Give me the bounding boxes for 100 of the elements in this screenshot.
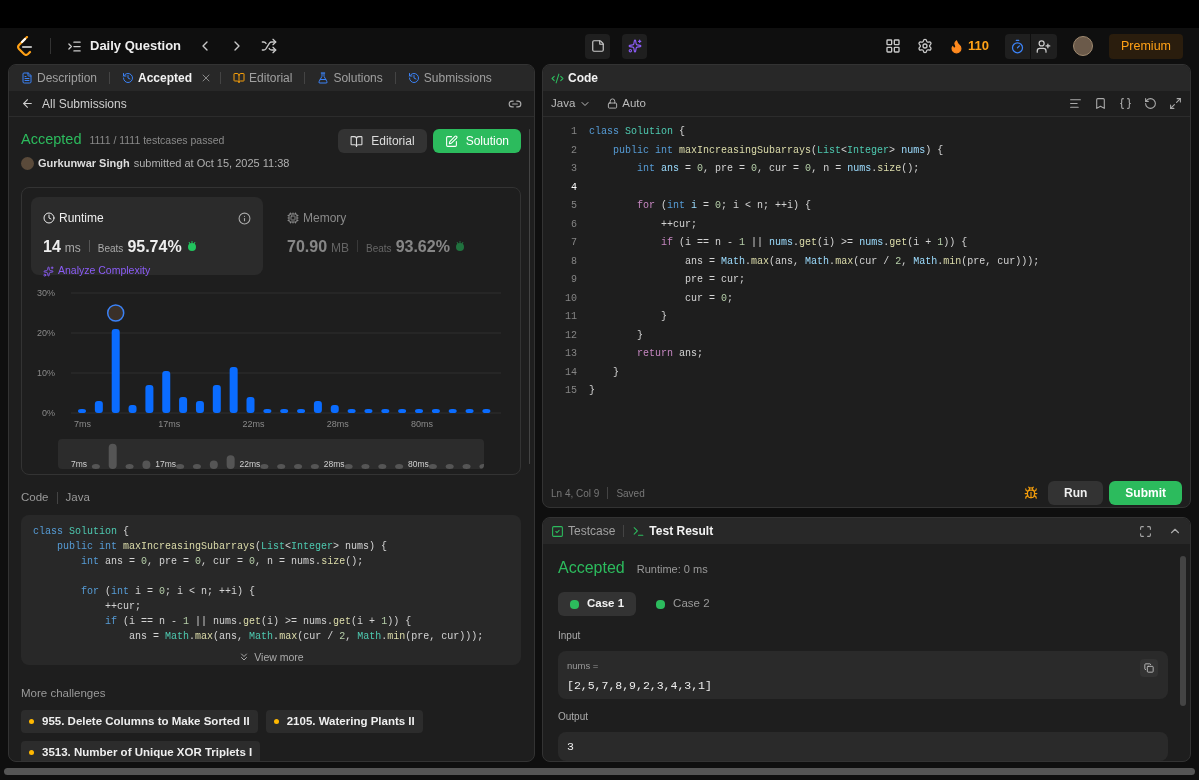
line-number: 3 [570,162,577,176]
bar[interactable] [111,329,120,414]
bar[interactable] [347,409,356,414]
overview-bar [142,460,151,470]
reset-icon[interactable] [1144,97,1157,110]
bar[interactable] [263,409,272,414]
bar[interactable] [465,409,474,414]
scrollbar[interactable] [1180,556,1186,706]
bar[interactable] [212,385,221,414]
logo-icon[interactable] [16,36,34,56]
save-status: Saved [616,486,645,501]
list-icon [67,38,82,54]
bar[interactable] [162,371,171,414]
line-number: 1 [570,125,577,139]
editorial-button[interactable]: Editorial [338,129,427,153]
bar[interactable] [364,409,373,414]
premium-button[interactable]: Premium [1109,33,1183,59]
fullscreen-icon[interactable] [1139,524,1152,538]
cursor-position: Ln 4, Col 9 [551,486,600,501]
runtime-text: Runtime: 0 ms [636,562,708,577]
code-line: public int maxIncreasingSubarrays(List<Integer> nums) { [56,539,388,554]
bar[interactable] [482,409,491,414]
bug-icon[interactable] [1024,486,1038,500]
bar[interactable] [195,401,204,414]
overview-bar [344,464,353,470]
panel-tab[interactable]: Accepted [118,69,197,87]
code-line: } [660,310,667,324]
bar[interactable] [246,397,255,414]
overview-bar [108,444,117,470]
bar[interactable] [415,409,423,414]
bar[interactable] [330,405,339,414]
challenge-chip[interactable]: 2105. Watering Plants II [265,709,423,733]
overview-bar [310,464,319,470]
run-button[interactable]: Run [1048,481,1104,505]
notes-button[interactable] [585,33,610,59]
shuffle-icon[interactable] [261,38,278,54]
format-icon[interactable] [1069,97,1082,110]
range-selector[interactable]: 7ms 17ms 22ms 28ms 80ms [58,439,484,470]
panel-tab[interactable]: Description [17,69,102,87]
case-tab[interactable]: Case 2 [644,592,722,616]
language-dropdown[interactable]: Java [551,94,592,113]
avatar[interactable] [1073,36,1093,56]
panel-tab[interactable]: Editorial [229,69,297,87]
braces-icon[interactable] [1119,97,1132,110]
code-icon [551,71,564,85]
bar[interactable] [297,409,306,414]
overview-bar [462,464,471,470]
memory-card[interactable]: Memory 70.90 MB Beats 93.62% [275,197,507,276]
bar[interactable] [448,409,457,414]
daily-question-link[interactable]: Daily Question [67,36,182,56]
flame-icon [949,38,964,54]
back-arrow-icon [21,97,34,110]
runtime-card[interactable]: Runtime 14 ms Beats 95.74% Analyze Complexity [31,197,263,276]
settings-icon[interactable] [917,38,933,54]
bar[interactable] [128,405,137,414]
challenge-chip[interactable]: 955. Delete Columns to Make Sorted II [21,709,258,733]
overview-bar [125,464,134,470]
bookmark-icon[interactable] [1094,97,1107,110]
panel-tab[interactable]: Test Result [632,522,714,540]
bar[interactable] [398,409,407,414]
horizontal-scrollbar[interactable] [4,767,1195,775]
code-line: class Solution { [33,524,130,539]
overview-bar [378,464,387,470]
auto-mode-toggle[interactable]: Auto [607,94,646,113]
code-tab[interactable]: Code [551,69,598,87]
stat-unit: MB [331,240,350,258]
case-tab[interactable]: Case 1 [558,592,637,616]
all-submissions-link[interactable]: All Submissions [21,94,127,113]
bar[interactable] [145,385,154,414]
check-icon [570,599,579,609]
line-number: 15 [564,384,577,398]
bar[interactable] [280,409,289,414]
layout-icon[interactable] [885,38,901,54]
range-tick-label: 28ms [323,459,345,470]
code-line: } [612,365,619,380]
copy-button[interactable] [1140,659,1158,677]
scrollbar[interactable] [529,129,530,464]
bar[interactable] [381,409,390,414]
bar[interactable] [179,397,188,414]
view-more-button[interactable]: View more [238,649,304,665]
overview-bar [445,464,454,470]
bar[interactable] [431,409,440,414]
overview-bar [395,464,404,470]
challenge-chip[interactable]: 3513. Number of Unique XOR Triplets I [21,740,261,761]
code-line: int ans = 0, pre = 0, cur = 0, n = nums.size(); [80,554,364,569]
streak-counter[interactable]: 110 [949,36,989,56]
author-name[interactable]: Gurkunwar Singh [38,154,130,172]
stat-unit: ms [64,240,81,258]
panel-tab[interactable]: Solutions [313,69,387,87]
expand-icon[interactable] [1169,97,1182,110]
bar[interactable] [78,409,86,414]
info-icon[interactable] [238,211,251,225]
y-tick-label: 10% [37,368,55,379]
panel-tab[interactable]: Testcase [551,522,616,540]
panel-tab[interactable]: Submissions [403,69,496,87]
note-icon [590,39,605,53]
bar[interactable] [313,401,322,414]
ai-button[interactable] [622,33,647,59]
bar[interactable] [94,401,103,414]
bar[interactable] [229,367,238,414]
